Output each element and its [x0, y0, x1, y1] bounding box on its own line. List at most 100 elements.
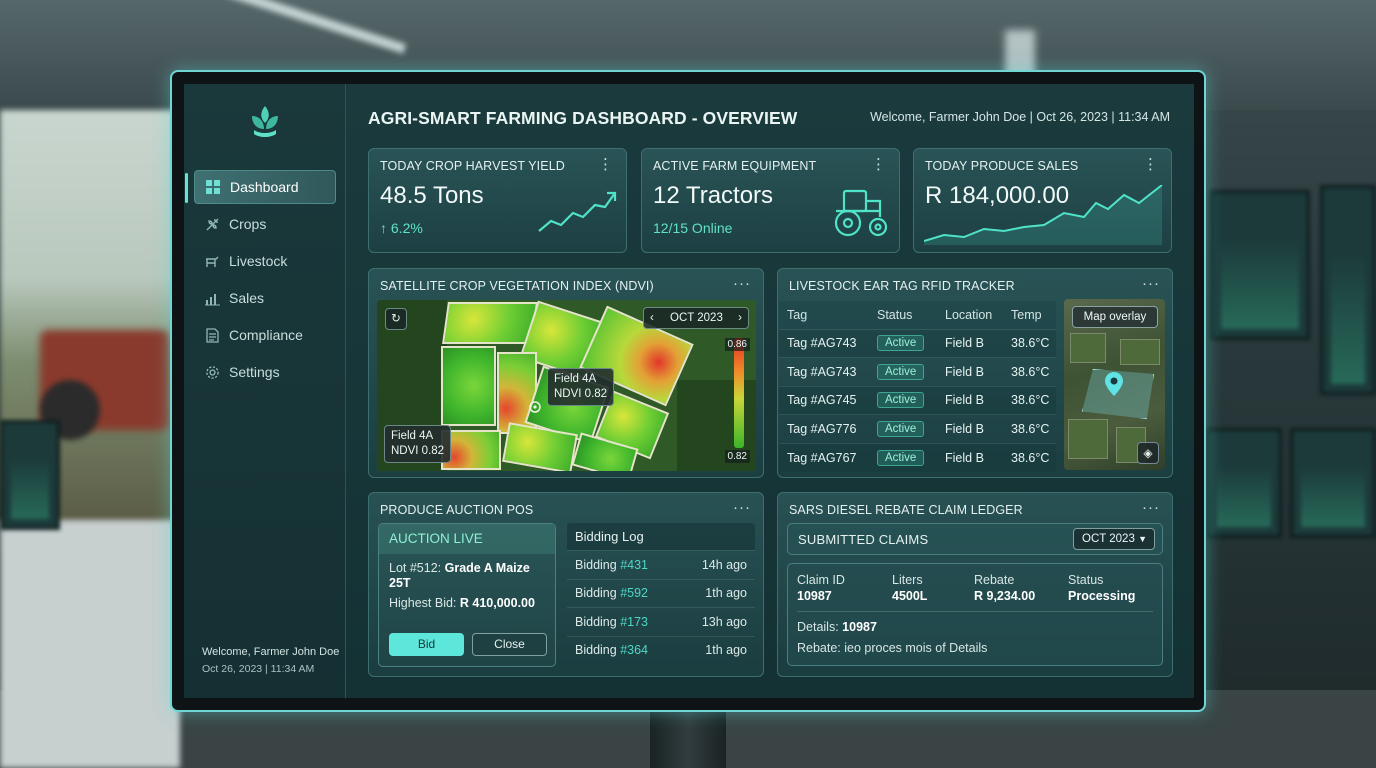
user-name: Welcome, Farmer John Doe	[202, 646, 340, 658]
column-header: Location	[937, 301, 1003, 329]
rebate-note: Rebate: ieo proces mois of Details	[797, 641, 988, 655]
sars-claims-card: SARS DIESEL REBATE CLAIM LEDGER ··· SUBM…	[777, 492, 1173, 677]
sidebar-item-compliance[interactable]: Compliance	[194, 318, 336, 352]
kpi-change: ↑ 6.2%	[380, 220, 423, 236]
kpi-online: 12/15 Online	[653, 220, 733, 236]
more-menu-icon[interactable]: ⋮	[871, 155, 887, 173]
livestock-minimap[interactable]: Map overlay ◈	[1064, 299, 1165, 470]
column-header: Status	[869, 301, 937, 329]
leaf-logo-icon	[252, 106, 278, 137]
bid-button[interactable]: Bid	[389, 633, 464, 656]
user-date: Oct 26, 2023 | 11:34 AM	[202, 663, 315, 675]
more-menu-icon[interactable]: ···	[733, 275, 751, 292]
arrow-up-icon: ↑	[380, 220, 387, 236]
status-badge: Active	[877, 420, 925, 437]
page-title: AGRI-SMART FARMING DASHBOARD - OVERVIEW	[368, 108, 798, 128]
period-select[interactable]: OCT 2023 ▼	[1073, 528, 1155, 550]
more-menu-icon[interactable]: ···	[733, 499, 751, 516]
monitor-stand	[650, 706, 726, 768]
list-item[interactable]: Bidding #431 14h ago	[567, 550, 755, 579]
status-badge: Active	[877, 363, 925, 380]
ndvi-card: SATELLITE CROP VEGETATION INDEX (NDVI) ·…	[368, 268, 764, 478]
card-title: TODAY PRODUCE SALES	[925, 159, 1079, 173]
locate-icon[interactable]: ◈	[1137, 442, 1159, 464]
sidebar-item-crops[interactable]: Crops	[194, 207, 336, 241]
bar-chart-icon	[203, 289, 221, 307]
next-period-button[interactable]: ›	[738, 308, 742, 328]
table-row[interactable]: Tag #AG743 Active Field B 38.6°C	[779, 357, 1056, 386]
sidebar-item-label: Dashboard	[230, 179, 299, 195]
section-label: SUBMITTED CLAIMS	[798, 532, 929, 547]
highest-bid: Highest Bid: R 410,000.00	[389, 596, 535, 610]
sidebar-item-livestock[interactable]: Livestock	[194, 244, 336, 278]
list-item[interactable]: Bidding #364 1th ago	[567, 635, 755, 665]
sidebar-nav: Dashboard Crops Livestock Sales Complian…	[184, 170, 346, 392]
card-title: TODAY CROP HARVEST YIELD	[380, 159, 565, 173]
bidding-log: Bidding Log Bidding #431 14h ago Bidding…	[567, 523, 755, 664]
sidebar: Dashboard Crops Livestock Sales Complian…	[184, 84, 346, 698]
sidebar-item-label: Settings	[229, 364, 280, 380]
location-pin-icon	[1105, 372, 1123, 396]
dashboard-screen: Dashboard Crops Livestock Sales Complian…	[184, 84, 1194, 698]
column-header: Tag	[779, 301, 869, 329]
table-row[interactable]: Tag #AG745 Active Field B 38.6°C	[779, 385, 1056, 415]
table-row[interactable]: Tag #AG776 Active Field B 38.6°C	[779, 414, 1056, 443]
table-header-row: Tag Status Location Temp	[779, 301, 1056, 329]
auction-live-label: AUCTION LIVE	[379, 524, 555, 554]
tractor-icon	[834, 189, 888, 237]
ndvi-color-scale	[734, 338, 744, 448]
more-menu-icon[interactable]: ···	[1142, 275, 1160, 292]
close-button[interactable]: Close	[472, 633, 547, 656]
sales-area-chart-icon	[924, 185, 1163, 245]
welcome-text: Welcome, Farmer John Doe | Oct 26, 2023 …	[870, 110, 1170, 124]
kpi-value: 48.5 Tons	[380, 182, 484, 209]
period-navigator: ‹ OCT 2023 ›	[643, 307, 749, 329]
more-menu-icon[interactable]: ⋮	[1143, 155, 1159, 173]
map-overlay-button[interactable]: Map overlay	[1072, 306, 1158, 328]
card-title: LIVESTOCK EAR TAG RFID TRACKER	[789, 279, 1015, 293]
chevron-down-icon: ▼	[1138, 534, 1147, 544]
rfid-table: Tag Status Location Temp Tag #AG743 Acti…	[779, 301, 1056, 472]
field-label: Field 4A NDVI 0.82	[384, 425, 452, 463]
table-row[interactable]: Tag #AG767 Active Field B 38.6°C	[779, 442, 1056, 472]
auction-live-panel: AUCTION LIVE Lot #512: Grade A Maize 25T…	[378, 523, 556, 667]
kpi-equipment-card: ACTIVE FARM EQUIPMENT ⋮ 12 Tractors 12/1…	[641, 148, 900, 253]
sidebar-item-label: Livestock	[229, 253, 288, 269]
sidebar-item-label: Compliance	[229, 327, 303, 343]
status-badge: Active	[877, 335, 925, 352]
card-title: SARS DIESEL REBATE CLAIM LEDGER	[789, 503, 1023, 517]
livestock-icon	[203, 252, 221, 270]
status-badge: Active	[877, 392, 925, 409]
sidebar-item-dashboard[interactable]: Dashboard	[185, 170, 336, 204]
sidebar-item-sales[interactable]: Sales	[194, 281, 336, 315]
ndvi-satellite-map[interactable]: ↻ ‹ OCT 2023 › Field 4A NDVI 0.82 Field 4…	[377, 300, 756, 471]
table-row[interactable]: Tag #AG743 Active Field B 38.6°C	[779, 328, 1056, 358]
list-item[interactable]: Bidding #173 13h ago	[567, 607, 755, 636]
reset-view-button[interactable]: ↻	[385, 308, 407, 330]
list-item[interactable]: Bidding #592 1th ago	[567, 578, 755, 608]
sidebar-item-label: Crops	[229, 216, 267, 232]
scale-max-label: 0.86	[724, 338, 750, 351]
monitor: Dashboard Crops Livestock Sales Complian…	[170, 70, 1206, 712]
prev-period-button[interactable]: ‹	[650, 308, 654, 328]
lot-info: Lot #512: Grade A Maize 25T	[389, 561, 530, 590]
kpi-produce-sales-card: TODAY PRODUCE SALES ⋮ R 184,000.00	[913, 148, 1172, 253]
rfid-tracker-card: LIVESTOCK EAR TAG RFID TRACKER ··· Tag S…	[777, 268, 1173, 478]
card-title: SATELLITE CROP VEGETATION INDEX (NDVI)	[380, 279, 654, 293]
card-title: PRODUCE AUCTION POS	[380, 503, 534, 517]
field-marker-icon[interactable]	[528, 400, 542, 414]
auction-card: PRODUCE AUCTION POS ··· AUCTION LIVE Lot…	[368, 492, 764, 677]
more-menu-icon[interactable]: ⋮	[598, 155, 614, 173]
claim-detail: Claim ID 10987 Liters 4500L Rebate R 9,234.…	[787, 563, 1163, 666]
grid-icon	[204, 178, 222, 196]
status-badge: Active	[877, 449, 925, 466]
field-tooltip: Field 4A NDVI 0.82	[547, 368, 615, 406]
trend-line-icon	[538, 191, 617, 232]
kpi-value: 12 Tractors	[653, 182, 774, 209]
gear-icon	[203, 363, 221, 381]
scale-min-label: 0.82	[724, 450, 750, 463]
sidebar-item-settings[interactable]: Settings	[194, 355, 336, 389]
sidebar-item-label: Sales	[229, 290, 265, 306]
more-menu-icon[interactable]: ···	[1142, 499, 1160, 516]
bidding-log-title: Bidding Log	[567, 523, 755, 550]
